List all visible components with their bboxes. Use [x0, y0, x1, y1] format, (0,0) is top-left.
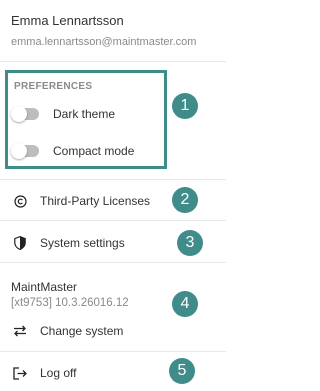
- third-party-licenses-label: Third-Party Licenses: [40, 194, 151, 208]
- divider: [0, 220, 226, 221]
- compact-mode-row[interactable]: Compact mode: [11, 143, 135, 159]
- divider: [0, 61, 226, 62]
- copyright-icon: [13, 194, 27, 208]
- divider: [0, 179, 226, 180]
- swap-arrows-icon: [13, 324, 27, 338]
- compact-mode-toggle[interactable]: [11, 143, 39, 159]
- third-party-licenses-item[interactable]: Third-Party Licenses: [13, 192, 150, 210]
- user-email: emma.lennartsson@maintmaster.com: [11, 36, 197, 48]
- system-settings-label: System settings: [40, 236, 125, 250]
- change-system-label: Change system: [40, 324, 124, 338]
- system-settings-item[interactable]: System settings: [13, 234, 125, 252]
- system-name: MaintMaster: [11, 280, 78, 294]
- change-system-item[interactable]: Change system: [13, 322, 123, 340]
- step-badge-1: 1: [172, 93, 198, 119]
- shield-icon: [13, 236, 27, 250]
- divider: [0, 262, 226, 263]
- preferences-section: PREFERENCES Dark theme Compact mode: [5, 70, 167, 169]
- step-badge-2: 2: [172, 187, 198, 213]
- step-badge-4: 4: [172, 291, 198, 317]
- preferences-title: PREFERENCES: [14, 81, 93, 92]
- user-name: Emma Lennartsson: [11, 13, 124, 28]
- system-version: [xt9753] 10.3.26016.12: [11, 297, 129, 309]
- divider: [0, 351, 226, 352]
- user-header: Emma Lennartsson emma.lennartsson@maintm…: [11, 12, 196, 50]
- toggle-knob: [11, 106, 27, 122]
- step-badge-5: 5: [169, 358, 195, 384]
- compact-mode-label: Compact mode: [53, 144, 135, 158]
- logout-icon: [13, 366, 27, 380]
- dark-theme-toggle[interactable]: [11, 106, 39, 122]
- dark-theme-row[interactable]: Dark theme: [11, 106, 116, 122]
- toggle-knob: [11, 143, 27, 159]
- dark-theme-label: Dark theme: [53, 107, 116, 121]
- user-menu-panel: Emma Lennartsson emma.lennartsson@maintm…: [0, 0, 226, 391]
- log-off-item[interactable]: Log off: [13, 364, 76, 382]
- step-badge-3: 3: [177, 230, 203, 256]
- log-off-label: Log off: [40, 366, 77, 380]
